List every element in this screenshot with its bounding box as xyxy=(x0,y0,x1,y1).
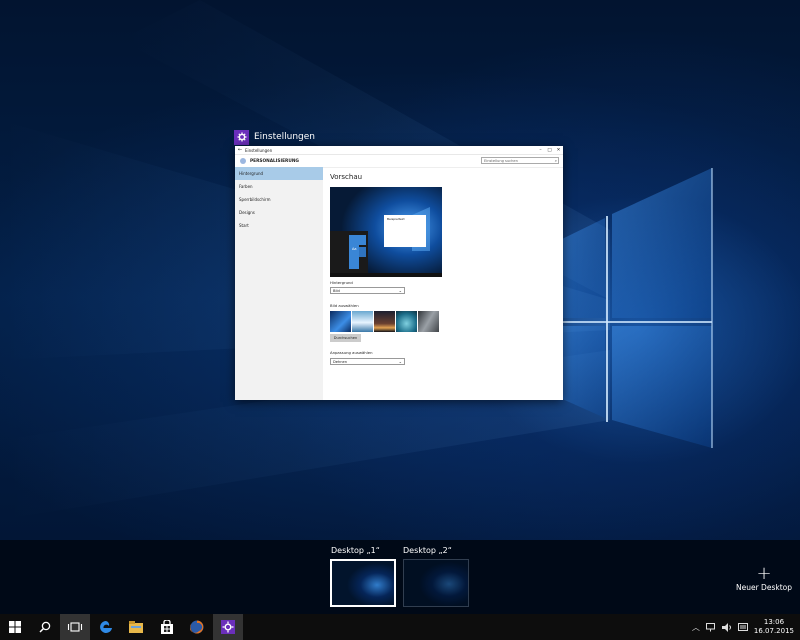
clock-time: 13:06 xyxy=(763,618,785,626)
settings-taskbar-button[interactable] xyxy=(213,614,243,640)
image-thumb[interactable] xyxy=(352,311,373,332)
system-tray: ︿ 13:06 16.07.2015 xyxy=(689,614,800,640)
virtual-desktops-strip xyxy=(0,540,800,614)
gear-icon xyxy=(221,620,235,634)
preview-wallpaper xyxy=(330,187,442,277)
background-preview: Beispieltext Aa xyxy=(330,187,442,277)
background-select[interactable]: Bild ⌄ xyxy=(330,287,405,294)
new-desktop-button[interactable]: + Neuer Desktop xyxy=(733,563,795,593)
new-desktop-label: Neuer Desktop xyxy=(736,583,792,592)
desktop-1-thumbnail[interactable] xyxy=(330,559,396,607)
image-thumb[interactable] xyxy=(396,311,417,332)
search-icon: ⌕ xyxy=(554,158,557,163)
window-label-text: Einstellungen xyxy=(254,132,316,142)
settings-title: Einstellungen xyxy=(245,147,273,153)
nav-item-farben[interactable]: Farben xyxy=(235,180,323,193)
settings-window[interactable]: ← Einstellungen – □ ✕ PERSONALISIERUNG E… xyxy=(235,146,563,400)
task-view-icon xyxy=(67,622,83,632)
image-thumb[interactable] xyxy=(330,311,351,332)
folder-icon xyxy=(129,621,143,633)
start-button[interactable] xyxy=(0,614,30,640)
personalization-icon xyxy=(240,158,246,164)
windows-logo-icon xyxy=(9,621,21,633)
fit-label: Anpassung auswählen xyxy=(330,350,373,355)
back-arrow-icon[interactable]: ← xyxy=(235,147,245,153)
search-icon xyxy=(39,621,51,633)
nav-item-hintergrund[interactable]: Hintergrund xyxy=(235,167,323,180)
desktop-2-label: Desktop „2“ xyxy=(403,546,452,555)
settings-app-icon xyxy=(234,129,249,145)
chevron-up-icon[interactable]: ︿ xyxy=(692,622,700,633)
clock-date: 16.07.2015 xyxy=(753,627,794,635)
file-explorer-button[interactable] xyxy=(121,614,151,640)
notification-icon[interactable] xyxy=(737,622,748,632)
chevron-down-icon: ⌄ xyxy=(398,288,402,293)
edge-browser-icon xyxy=(100,621,112,633)
maximize-icon[interactable]: □ xyxy=(545,148,554,153)
fit-select-value: Dehnen xyxy=(333,359,348,364)
browse-button[interactable]: Durchsuchen xyxy=(330,334,361,342)
store-bag-icon xyxy=(161,620,173,634)
window-label[interactable]: Einstellungen xyxy=(234,128,315,146)
firefox-button[interactable] xyxy=(182,614,212,640)
edge-button[interactable] xyxy=(91,614,121,640)
desktop-1-label: Desktop „1“ xyxy=(331,546,380,555)
chevron-down-icon: ⌄ xyxy=(398,359,402,364)
image-thumb[interactable] xyxy=(374,311,395,332)
network-icon[interactable] xyxy=(705,622,716,632)
minimize-icon[interactable]: – xyxy=(536,148,545,153)
search-placeholder: Einstellung suchen xyxy=(484,158,518,163)
fit-select[interactable]: Dehnen ⌄ xyxy=(330,358,405,365)
volume-icon[interactable] xyxy=(721,622,732,632)
preview-tile-text: Aa xyxy=(352,247,357,251)
settings-content: Vorschau Beispieltext Aa Hintergrund Bil… xyxy=(330,173,563,400)
image-thumb[interactable] xyxy=(418,311,439,332)
background-select-value: Bild xyxy=(333,288,340,293)
search-button[interactable] xyxy=(30,614,60,640)
close-icon[interactable]: ✕ xyxy=(554,148,563,153)
desktop-2-thumbnail[interactable] xyxy=(403,559,469,607)
section-title: PERSONALISIERUNG xyxy=(250,158,299,164)
taskbar: ︿ 13:06 16.07.2015 xyxy=(0,614,800,640)
settings-sidebar: Hintergrund Farben Sperrbildschirm Desig… xyxy=(235,167,323,400)
task-view-button[interactable] xyxy=(60,614,90,640)
clock[interactable]: 13:06 16.07.2015 xyxy=(754,618,794,636)
preview-sample-text: Beispieltext xyxy=(387,217,405,221)
plus-icon: + xyxy=(756,563,772,584)
background-label: Hintergrund xyxy=(330,280,353,285)
nav-item-sperrbildschirm[interactable]: Sperrbildschirm xyxy=(235,193,323,206)
nav-item-designs[interactable]: Designs xyxy=(235,206,323,219)
image-thumbnails xyxy=(330,311,439,332)
preview-title: Vorschau xyxy=(330,173,363,181)
settings-search-input[interactable]: Einstellung suchen ⌕ xyxy=(481,157,559,164)
choose-image-label: Bild auswählen xyxy=(330,303,359,308)
store-button[interactable] xyxy=(152,614,182,640)
settings-titlebar: ← Einstellungen – □ ✕ xyxy=(235,146,563,155)
firefox-icon xyxy=(190,620,204,634)
nav-item-start[interactable]: Start xyxy=(235,219,323,232)
